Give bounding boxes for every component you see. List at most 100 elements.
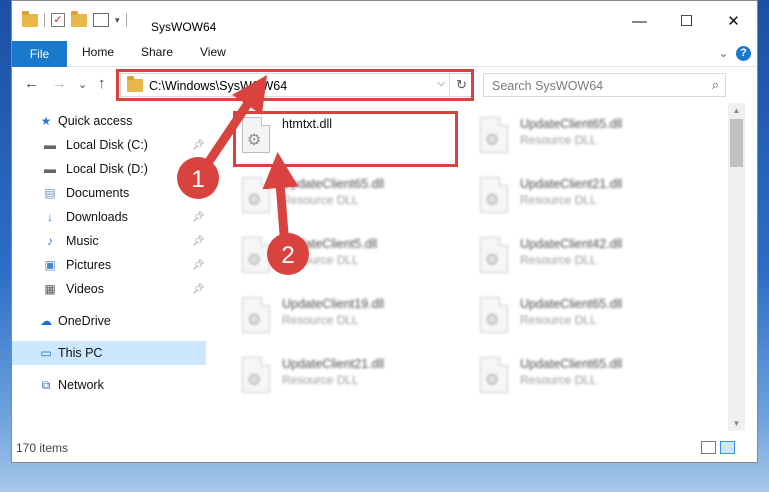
- file-name: UpdateClient65.dll: [282, 177, 385, 191]
- window-controls: — ☐ ✕: [616, 1, 757, 41]
- drive-icon: ▬: [44, 162, 56, 176]
- file-list: ⚙ htmtxt.dll ⚙ UpdateClient65.dll Resour…: [208, 103, 722, 431]
- vertical-scrollbar[interactable]: ▲ ▼: [728, 103, 745, 431]
- dll-file-icon: ⚙: [242, 237, 270, 273]
- dll-file-icon: ⚙: [480, 297, 508, 333]
- large-icons-view-button[interactable]: [720, 441, 735, 454]
- sidebar-item-label: Local Disk (C:): [66, 138, 148, 152]
- scroll-down-icon[interactable]: ▼: [728, 419, 745, 428]
- quick-access-toolbar: ✓ ▾: [22, 10, 127, 27]
- back-button[interactable]: ←: [24, 75, 39, 92]
- computer-icon: ▭: [40, 346, 52, 360]
- videos-icon: ▦: [44, 282, 56, 296]
- sidebar-item-local-disk-c[interactable]: ▬ Local Disk (C:) 📌︎: [12, 133, 206, 157]
- pin-icon[interactable]: 📌︎: [192, 260, 205, 271]
- sidebar-item-downloads[interactable]: ↓ Downloads 📌︎: [12, 205, 206, 229]
- file-item[interactable]: ⚙ UpdateClient5.dll Resource DLL: [234, 229, 454, 283]
- ribbon-tabs: File Home Share View ⌄ ?: [12, 41, 757, 67]
- maximize-button[interactable]: ☐: [663, 1, 710, 41]
- sidebar-item-label: This PC: [58, 346, 103, 360]
- divider: [44, 13, 45, 27]
- expand-ribbon-icon[interactable]: ⌄: [719, 47, 728, 60]
- gear-icon: ⚙: [485, 132, 500, 149]
- toolbar-dropdown-icon[interactable]: ▾: [115, 15, 120, 26]
- tab-share[interactable]: Share: [141, 45, 173, 59]
- new-folder-icon[interactable]: [71, 10, 87, 27]
- close-button[interactable]: ✕: [710, 1, 757, 41]
- file-item[interactable]: ⚙ UpdateClient19.dll Resource DLL: [234, 289, 454, 343]
- navigation-pane: ★ Quick access ▬ Local Disk (C:) 📌︎ ▬ Lo…: [12, 103, 208, 431]
- explorer-window: ✓ ▾ SysWOW64 — ☐ ✕ File Home Share View …: [11, 0, 758, 463]
- pin-icon[interactable]: 📌︎: [192, 212, 205, 223]
- drive-icon: ▬: [44, 138, 56, 152]
- file-type: Resource DLL: [520, 133, 597, 147]
- help-icon[interactable]: ?: [736, 46, 751, 61]
- scroll-thumb[interactable]: [730, 119, 743, 167]
- gear-icon: ⚙: [485, 372, 500, 389]
- gear-icon: ⚙: [247, 252, 262, 269]
- music-icon: ♪: [47, 234, 53, 248]
- up-button[interactable]: ↑: [98, 75, 106, 92]
- file-highlight-box: [233, 111, 458, 167]
- forward-button[interactable]: →: [52, 75, 67, 92]
- file-type: Resource DLL: [282, 313, 359, 327]
- file-type: Resource DLL: [520, 373, 597, 387]
- recent-locations-button[interactable]: ⌄: [78, 78, 87, 91]
- sidebar-item-pictures[interactable]: ▣ Pictures 📌︎: [12, 253, 206, 277]
- gear-icon: ⚙: [485, 312, 500, 329]
- file-name: UpdateClient65.dll: [520, 297, 623, 311]
- file-item[interactable]: ⚙ UpdateClient65.dll Resource DLL: [472, 349, 692, 403]
- details-view-button[interactable]: [701, 441, 716, 454]
- pin-icon[interactable]: 📌︎: [192, 236, 205, 247]
- title-bar: ✓ ▾ SysWOW64 — ☐ ✕: [12, 1, 757, 41]
- ribbon-right-controls: ⌄ ?: [719, 46, 751, 61]
- sidebar-item-quick-access[interactable]: ★ Quick access: [12, 109, 206, 133]
- sidebar-item-documents[interactable]: ▤ Documents: [12, 181, 206, 205]
- star-icon: ★: [40, 114, 52, 128]
- file-item[interactable]: ⚙ UpdateClient65.dll Resource DLL: [234, 169, 454, 223]
- sidebar-item-network[interactable]: ⧉ Network: [12, 373, 206, 397]
- file-type: Resource DLL: [520, 253, 597, 267]
- pictures-icon: ▣: [44, 258, 56, 272]
- scroll-up-icon[interactable]: ▲: [728, 106, 745, 115]
- sidebar-item-this-pc[interactable]: ▭ This PC: [12, 341, 206, 365]
- sidebar-item-label: Music: [66, 234, 99, 248]
- customize-toolbar-icon[interactable]: [93, 13, 109, 27]
- sidebar-item-onedrive[interactable]: ☁ OneDrive: [12, 309, 206, 333]
- tab-file[interactable]: File: [12, 41, 67, 67]
- gear-icon: ⚙: [247, 372, 262, 389]
- file-type: Resource DLL: [520, 193, 597, 207]
- tab-view[interactable]: View: [200, 45, 226, 59]
- minimize-button[interactable]: —: [616, 1, 663, 41]
- sidebar-item-music[interactable]: ♪ Music 📌︎: [12, 229, 206, 253]
- file-item[interactable]: ⚙ UpdateClient65.dll Resource DLL: [472, 289, 692, 343]
- search-input[interactable]: Search SysWOW64 ⌕: [483, 73, 726, 97]
- file-type: Resource DLL: [282, 253, 359, 267]
- properties-check-icon[interactable]: ✓: [51, 13, 65, 27]
- documents-icon: ▤: [44, 186, 56, 200]
- file-name: UpdateClient19.dll: [282, 297, 385, 311]
- address-row: ← → ⌄ ↑ C:\Windows\SysWOW64 ⌵ ↻ Search S…: [12, 67, 757, 103]
- sidebar-item-local-disk-d[interactable]: ▬ Local Disk (D:): [12, 157, 206, 181]
- gear-icon: ⚙: [247, 192, 262, 209]
- address-highlight-box: [116, 69, 474, 101]
- tab-home[interactable]: Home: [82, 45, 114, 59]
- pin-icon[interactable]: 📌︎: [192, 284, 205, 295]
- status-bar: 170 items: [12, 433, 757, 462]
- sidebar-item-label: Quick access: [58, 114, 133, 128]
- file-item[interactable]: ⚙ UpdateClient21.dll Resource DLL: [234, 349, 454, 403]
- view-switcher: [701, 441, 735, 454]
- file-name: UpdateClient21.dll: [282, 357, 385, 371]
- sidebar-item-label: Videos: [66, 282, 104, 296]
- gear-icon: ⚙: [247, 312, 262, 329]
- pin-icon[interactable]: 📌︎: [192, 140, 205, 151]
- file-item[interactable]: ⚙ UpdateClient42.dll Resource DLL: [472, 229, 692, 283]
- sidebar-item-videos[interactable]: ▦ Videos 📌︎: [12, 277, 206, 301]
- file-type: Resource DLL: [282, 373, 359, 387]
- file-item[interactable]: ⚙ UpdateClient21.dll Resource DLL: [472, 169, 692, 223]
- file-type: Resource DLL: [520, 313, 597, 327]
- file-name: UpdateClient42.dll: [520, 237, 623, 251]
- file-item[interactable]: ⚙ UpdateClient65.dll Resource DLL: [472, 109, 692, 163]
- file-name: UpdateClient65.dll: [520, 117, 623, 131]
- gear-icon: ⚙: [485, 252, 500, 269]
